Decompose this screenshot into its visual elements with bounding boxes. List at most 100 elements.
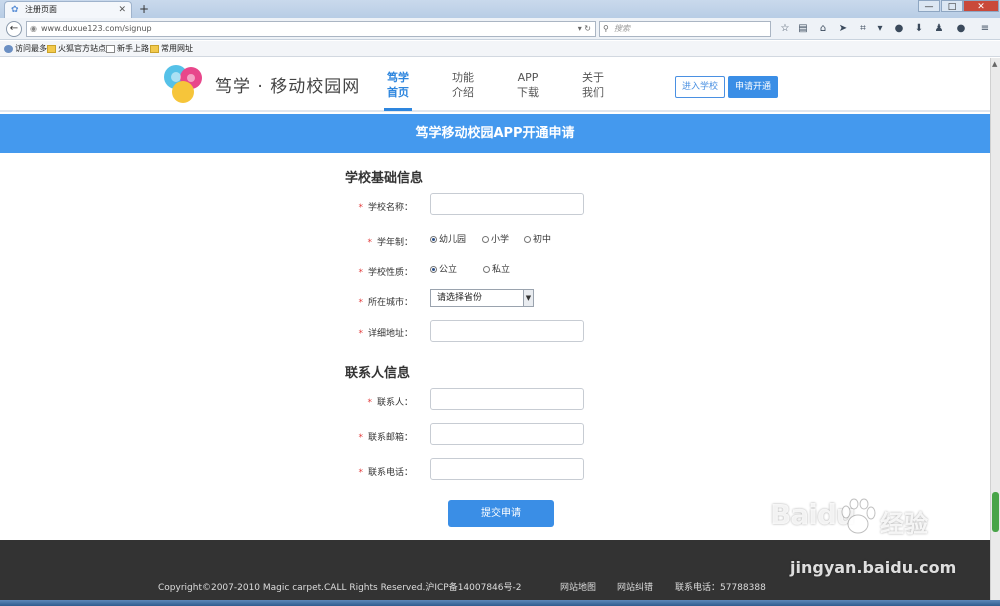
required-mark: * bbox=[358, 329, 363, 339]
nav-home[interactable]: 笃学 首页 bbox=[380, 70, 416, 100]
download-icon[interactable]: ⬇ bbox=[912, 22, 926, 36]
nav-label: 功能 bbox=[452, 71, 474, 84]
radio-junior-high[interactable]: 初中 bbox=[524, 235, 551, 245]
page-icon bbox=[106, 45, 115, 53]
label-text: 所在城市： bbox=[367, 298, 413, 308]
address-label: * 详细地址： bbox=[338, 326, 413, 339]
bookmarks-bar: 访问最多 火狐官方站点 新手上路 常用网址 bbox=[0, 41, 1000, 57]
address-bar[interactable]: ◉ www.duxue123.com/signup ▾ ↻ bbox=[26, 21, 596, 37]
radio-private[interactable]: 私立 bbox=[483, 265, 510, 275]
browser-tab[interactable]: ✿ 注册页面 ✕ bbox=[4, 1, 132, 18]
address-input[interactable] bbox=[430, 320, 584, 342]
footer-sitemap-link[interactable]: 网站地图 bbox=[560, 580, 596, 593]
vertical-scrollbar[interactable]: ▲ bbox=[990, 58, 1000, 606]
send-icon[interactable]: ➤ bbox=[836, 22, 850, 36]
radio-selected-icon bbox=[430, 236, 437, 243]
nav-label: 我们 bbox=[582, 86, 604, 99]
required-mark: * bbox=[367, 238, 372, 248]
dropdown-icon[interactable]: ▾ bbox=[873, 22, 887, 36]
required-mark: * bbox=[358, 203, 363, 213]
bookmark-getting-started[interactable]: 新手上路 bbox=[106, 43, 149, 55]
radio-public[interactable]: 公立 bbox=[430, 265, 457, 275]
label-text: 联系人： bbox=[376, 398, 413, 408]
nav-app-download[interactable]: APP 下载 bbox=[510, 70, 546, 100]
label-text: 详细地址： bbox=[367, 329, 413, 339]
site-header: 笃学 · 移动校园网 笃学 首页 功能 介绍 APP 下载 关于 我们 进入学校… bbox=[0, 58, 990, 112]
minimize-button[interactable]: — bbox=[918, 0, 940, 12]
nav-label: APP bbox=[517, 71, 539, 84]
select-value: 请选择省份 bbox=[437, 293, 483, 303]
address-text: www.duxue123.com/signup bbox=[41, 24, 152, 33]
bookmark-label: 火狐官方站点 bbox=[58, 44, 106, 53]
tab-title: 注册页面 bbox=[25, 5, 57, 14]
footer-copyright: Copyright©2007-2010 Magic carpet.CALL Ri… bbox=[158, 583, 522, 593]
enter-school-button[interactable]: 进入学校 bbox=[675, 76, 725, 98]
footer-contact-phone: 联系电话：57788388 bbox=[675, 583, 766, 593]
crop-icon[interactable]: ⌗ bbox=[856, 22, 870, 36]
tab-close-icon[interactable]: ✕ bbox=[118, 2, 126, 18]
contact-person-input[interactable] bbox=[430, 388, 584, 410]
phone-input[interactable] bbox=[430, 458, 584, 480]
search-icon: ⚲ bbox=[603, 24, 609, 33]
school-name-label: * 学校名称： bbox=[338, 200, 413, 213]
radio-label: 小学 bbox=[491, 235, 510, 245]
email-input[interactable] bbox=[430, 423, 584, 445]
required-mark: * bbox=[367, 398, 372, 408]
search-input[interactable]: ⚲ 搜索 bbox=[599, 21, 771, 37]
bookmark-common-sites[interactable]: 常用网址 bbox=[150, 43, 193, 55]
nav-label: 下载 bbox=[517, 86, 539, 99]
required-mark: * bbox=[358, 268, 363, 278]
watermark-brand-text: Bai bbox=[770, 498, 818, 531]
clipboard-icon[interactable]: ▤ bbox=[796, 22, 810, 36]
radio-label: 私立 bbox=[492, 265, 511, 275]
nav-label: 首页 bbox=[387, 86, 409, 99]
footer-error-report-link[interactable]: 网站纠错 bbox=[617, 580, 653, 593]
bookmark-most-visited[interactable]: 访问最多 bbox=[4, 43, 47, 55]
os-taskbar bbox=[0, 600, 1000, 606]
city-label: * 所在城市： bbox=[338, 295, 413, 308]
folder-icon bbox=[150, 45, 159, 53]
apply-open-button[interactable]: 申请开通 bbox=[728, 76, 778, 98]
school-name-input[interactable] bbox=[430, 193, 584, 215]
radio-icon bbox=[482, 236, 489, 243]
nav-label: 介绍 bbox=[452, 86, 474, 99]
tab-favicon-icon: ✿ bbox=[11, 5, 19, 15]
radio-label: 初中 bbox=[533, 235, 552, 245]
new-tab-button[interactable]: + bbox=[139, 1, 149, 17]
bookmark-label: 新手上路 bbox=[117, 44, 149, 53]
reload-icon[interactable]: ▾ ↻ bbox=[578, 22, 591, 36]
required-mark: * bbox=[358, 468, 363, 478]
chevron-down-icon[interactable]: ▼ bbox=[523, 290, 533, 306]
scroll-up-icon[interactable]: ▲ bbox=[992, 60, 997, 68]
nav-features[interactable]: 功能 介绍 bbox=[445, 70, 481, 100]
close-window-button[interactable]: ✕ bbox=[963, 0, 999, 12]
school-info-section-title: 学校基础信息 bbox=[345, 171, 424, 186]
menu-icon[interactable]: ≡ bbox=[978, 22, 992, 36]
scrollbar-thumb[interactable] bbox=[992, 492, 999, 532]
required-mark: * bbox=[358, 433, 363, 443]
radio-icon bbox=[524, 236, 531, 243]
radio-primary[interactable]: 小学 bbox=[482, 235, 509, 245]
watermark-url: jingyan.baidu.com bbox=[790, 558, 957, 577]
school-system-label: * 学年制： bbox=[338, 235, 413, 248]
message-icon[interactable]: ● bbox=[954, 22, 968, 36]
bookmark-firefox-site[interactable]: 火狐官方站点 bbox=[47, 43, 106, 55]
chat-icon[interactable]: ● bbox=[892, 22, 906, 36]
radio-kindergarten[interactable]: 幼儿园 bbox=[430, 235, 466, 245]
user-icon[interactable]: ♟ bbox=[932, 22, 946, 36]
folder-icon bbox=[47, 45, 56, 53]
back-arrow-icon[interactable]: ← bbox=[6, 21, 22, 37]
radio-icon bbox=[483, 266, 490, 273]
site-logo-text[interactable]: 笃学 · 移动校园网 bbox=[215, 72, 360, 97]
globe-icon: ◉ bbox=[30, 24, 37, 33]
maximize-button[interactable]: □ bbox=[941, 0, 963, 12]
bookmark-label: 访问最多 bbox=[15, 44, 47, 53]
bookmark-star-icon[interactable]: ☆ bbox=[778, 22, 792, 36]
logo-icon bbox=[164, 65, 202, 103]
home-icon[interactable]: ⌂ bbox=[816, 22, 830, 36]
province-select[interactable]: 请选择省份 ▼ bbox=[430, 289, 534, 307]
bookmark-label: 常用网址 bbox=[161, 44, 193, 53]
submit-button[interactable]: 提交申请 bbox=[448, 500, 554, 527]
watermark-cn-text: 经验 bbox=[880, 510, 928, 538]
nav-about[interactable]: 关于 我们 bbox=[575, 70, 611, 100]
